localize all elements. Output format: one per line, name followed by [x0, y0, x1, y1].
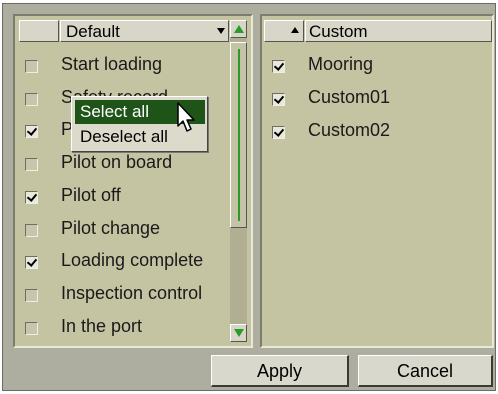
- list-item[interactable]: Pilot off: [15, 182, 251, 212]
- list-item[interactable]: Custom01: [262, 84, 492, 114]
- apply-button[interactable]: Apply: [211, 355, 349, 387]
- checkmark-icon: [273, 126, 285, 137]
- checkbox[interactable]: [25, 223, 38, 237]
- scroll-thumb-grip: [238, 49, 240, 221]
- event-filter-dialog: Default Start loadingSafety recordPilot …: [2, 3, 496, 391]
- sort-up-icon: [291, 27, 299, 33]
- list-item-label: Pilot on board: [61, 152, 173, 173]
- list-item-label: Loading complete: [61, 250, 204, 271]
- custom-events-panel: Custom Mooring Custom01 Custom02: [260, 14, 494, 348]
- cancel-button[interactable]: Cancel: [358, 355, 493, 387]
- custom-column-header[interactable]: Custom: [305, 20, 492, 42]
- list-item-label: Pilot change: [61, 217, 161, 238]
- list-item-label: Mooring: [308, 54, 374, 74]
- list-item[interactable]: Mooring: [262, 51, 492, 81]
- list-item-label: In the port: [61, 315, 143, 336]
- list-item[interactable]: Inspection control: [15, 280, 251, 310]
- default-events-panel: Default Start loadingSafety recordPilot …: [13, 14, 253, 348]
- checkbox[interactable]: [25, 125, 38, 139]
- list-item-label: Custom02: [308, 120, 391, 140]
- custom-select-toggle-header[interactable]: [264, 20, 304, 42]
- checkbox[interactable]: [25, 321, 38, 335]
- mouse-pointer-icon: [177, 102, 195, 132]
- list-item[interactable]: Loading complete: [15, 247, 251, 277]
- default-list-scrollbar[interactable]: [230, 20, 247, 342]
- checkbox[interactable]: [272, 126, 285, 139]
- default-column-header[interactable]: Default: [60, 20, 229, 42]
- checkmark-icon: [26, 256, 38, 268]
- checkmark-icon: [273, 93, 285, 104]
- list-item[interactable]: Pilot change: [15, 215, 251, 245]
- default-header-label: Default: [66, 22, 120, 41]
- arrow-down-icon: [234, 329, 244, 337]
- list-item[interactable]: Pilot on board: [15, 149, 251, 179]
- checkbox[interactable]: [25, 190, 38, 204]
- arrow-up-icon: [234, 25, 244, 33]
- list-item[interactable]: Start loading: [15, 51, 251, 81]
- checkbox[interactable]: [25, 158, 38, 172]
- list-item-label: Custom01: [308, 87, 391, 107]
- sort-down-icon: [217, 28, 225, 34]
- custom-header-label: Custom: [309, 22, 368, 41]
- list-item-label: Inspection control: [61, 282, 203, 303]
- list-item[interactable]: In the port: [15, 313, 251, 343]
- checkbox[interactable]: [25, 60, 38, 73]
- checkmark-icon: [26, 190, 38, 202]
- list-item[interactable]: Custom02: [262, 117, 492, 147]
- checkbox[interactable]: [25, 288, 38, 302]
- list-item-label: Start loading: [61, 54, 163, 74]
- scroll-down-button[interactable]: [230, 324, 247, 342]
- checkmark-icon: [273, 60, 285, 71]
- checkbox[interactable]: [272, 93, 285, 106]
- checkmark-icon: [26, 125, 38, 137]
- checkbox[interactable]: [272, 60, 285, 73]
- scroll-thumb[interactable]: [230, 42, 247, 228]
- checkbox[interactable]: [25, 92, 38, 106]
- default-select-toggle-header[interactable]: [19, 20, 59, 42]
- checkbox[interactable]: [25, 256, 38, 270]
- scroll-up-button[interactable]: [230, 20, 247, 38]
- list-item-label: Pilot off: [61, 184, 121, 205]
